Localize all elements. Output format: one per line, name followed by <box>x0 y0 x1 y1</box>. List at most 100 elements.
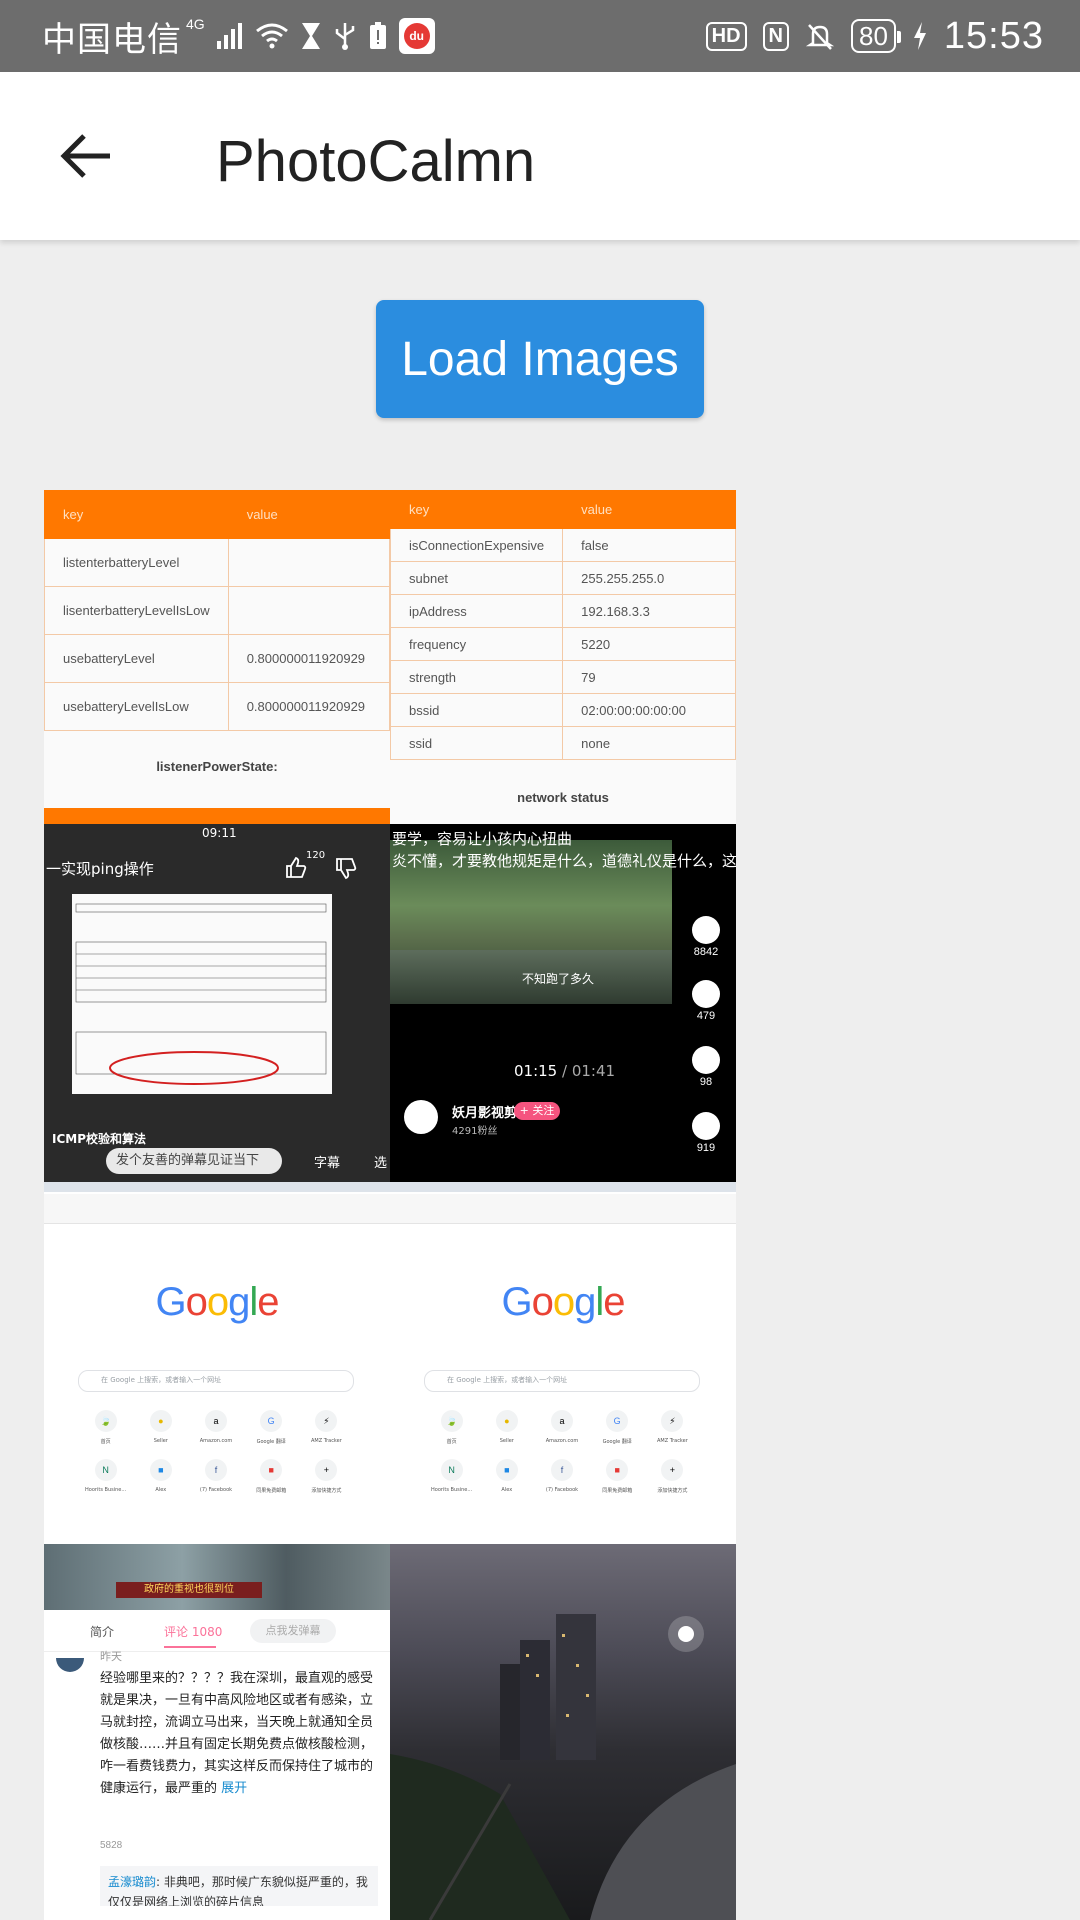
tab-intro[interactable]: 简介 <box>90 1623 114 1640</box>
clock: 15:53 <box>943 14 1044 57</box>
browser-tab-strip <box>390 1182 736 1192</box>
shortcut: ■ 同果免费邮箱 <box>590 1459 645 1494</box>
reply-author[interactable]: 孟濠璐韵 <box>108 1875 156 1889</box>
danmu-input[interactable]: 发个友善的弹幕见证当下 <box>106 1148 282 1174</box>
shortcut: G Google 翻译 <box>244 1410 299 1445</box>
table-row: bssid 02:00:00:00:00:00 <box>390 693 736 727</box>
back-button[interactable] <box>52 122 120 190</box>
table-row: isConnectionExpensive false <box>390 528 736 562</box>
google-search-input: 在 Google 上搜索，或者输入一个网址 <box>424 1370 700 1392</box>
status-bar: 中国电信 4G du HD N 80 15:53 <box>0 0 1080 72</box>
like-count: 120 <box>306 850 326 861</box>
shortcut: ■ 同果免费邮箱 <box>244 1459 299 1494</box>
subtitle-button[interactable]: 字幕 <box>314 1152 340 1171</box>
coin-button[interactable]: 98 <box>686 1046 726 1088</box>
comment-button[interactable]: 479 <box>686 980 726 1022</box>
thumbs-down-icon[interactable] <box>334 856 358 880</box>
thumbnail-network-status[interactable]: key value isConnectionExpensive false sub… <box>390 490 736 824</box>
shortcut: f (7) Facebook <box>188 1459 243 1494</box>
select-button[interactable]: 选 <box>374 1152 387 1171</box>
shortcut: ● Seller <box>133 1410 188 1445</box>
thumbs-up-icon <box>692 916 720 944</box>
shortcut: ● Seller <box>479 1410 534 1445</box>
shortcut: ⚡ AMZ Tracker <box>645 1410 700 1445</box>
status-left: 中国电信 4G du <box>42 14 435 60</box>
avatar[interactable] <box>56 1658 84 1672</box>
icmp-diagram-lines <box>75 903 327 1085</box>
page-title: PhotoCalmn <box>216 129 536 194</box>
channel-avatar[interactable] <box>404 1100 438 1134</box>
table-row: ssid none <box>390 726 736 760</box>
shortcut: N Hoorits Busine... <box>424 1459 479 1494</box>
video-title: 一实现ping操作 <box>46 860 154 878</box>
thumbnail-power-state[interactable]: key value listenterbatteryLevel lisenter… <box>44 490 390 808</box>
caption-line-1: 要学，容易让小孩内心扭曲 <box>392 830 573 848</box>
thumbnail-comment[interactable]: 政府的重视也很到位 简介 评论 1080 点我发弹幕 昨天 经验哪里来的？？？？… <box>44 1544 390 1920</box>
danmu-input[interactable]: 点我发弹幕 <box>250 1619 336 1643</box>
expand-link[interactable]: 展开 <box>221 1781 247 1796</box>
browser-tab-strip <box>44 1182 390 1192</box>
thumbs-up-icon[interactable] <box>284 856 308 880</box>
star-button[interactable]: 919 <box>686 1112 726 1154</box>
arrow-left-icon <box>60 134 110 178</box>
shortcut: ■ Alex <box>133 1459 188 1494</box>
shortcut: + 添加快捷方式 <box>645 1459 700 1494</box>
shortcut: N Hoorits Busine... <box>78 1459 133 1494</box>
tab-underline <box>164 1646 216 1648</box>
table-row: subnet 255.255.255.0 <box>390 561 736 595</box>
table-row: listenterbatteryLevel <box>44 538 390 587</box>
star-icon <box>692 1112 720 1140</box>
table-row: ipAddress 192.168.3.3 <box>390 594 736 628</box>
battery-alert-icon <box>369 22 386 49</box>
thumbnail-google-left[interactable]: Google 在 Google 上搜索，或者输入一个网址 🍃 首页 ● Seller… <box>44 1182 390 1544</box>
thumbnail-google-right[interactable]: Google 在 Google 上搜索，或者输入一个网址 🍃 首页 ● Seller… <box>390 1182 736 1544</box>
comment-icon <box>692 980 720 1008</box>
tab-comments[interactable]: 评论 1080 <box>164 1623 222 1640</box>
table-row: frequency 5220 <box>390 627 736 661</box>
comment-like-count[interactable]: 5828 <box>100 1840 122 1851</box>
table-header-row: key value <box>44 490 390 539</box>
battery-level: 80 <box>850 19 901 53</box>
comment-tabs: 简介 评论 1080 点我发弹幕 <box>44 1610 390 1652</box>
thumbnail-video-park[interactable]: 要学，容易让小孩内心扭曲 炎不懂，才要教他规矩是什么，道德礼仪是什么，这 不知跑… <box>390 824 736 1182</box>
follow-button[interactable]: + 关注 <box>514 1102 560 1120</box>
shortcut-grid: 🍃 首页 ● Seller a Amazon.com G Google 翻译 ⚡ AMZ … <box>78 1410 354 1494</box>
du-app-icon: du <box>398 18 435 54</box>
shortcut: a Amazon.com <box>188 1410 243 1445</box>
shortcut: 🍃 首页 <box>78 1410 133 1445</box>
shortcut: G Google 翻译 <box>590 1410 645 1445</box>
nfc-icon: N <box>762 21 789 51</box>
thumbnail-night-street[interactable] <box>390 1544 736 1920</box>
channel-fans: 4291粉丝 <box>452 1126 498 1137</box>
table-caption: network status <box>517 790 609 805</box>
icmp-diagram-image <box>72 894 332 1094</box>
load-images-button[interactable]: Load Images <box>376 300 704 418</box>
like-button[interactable]: 8842 <box>686 916 726 958</box>
hourglass-icon <box>301 23 320 49</box>
comment-time: 昨天 <box>100 1650 122 1663</box>
status-right: HD N 80 15:53 <box>705 14 1044 58</box>
google-logo: Google <box>501 1280 625 1324</box>
shortcut-grid: 🍃 首页 ● Seller a Amazon.com G Google 翻译 ⚡ AMZ … <box>424 1410 700 1494</box>
video-subtitle: 不知跑了多久 <box>522 972 595 986</box>
wifi-icon <box>255 23 288 49</box>
google-search-input: 在 Google 上搜索，或者输入一个网址 <box>78 1370 354 1392</box>
table-row: lisenterbatteryLevelIsLow <box>44 586 390 635</box>
app-bar: PhotoCalmn <box>0 72 1080 240</box>
shortcut: + 添加快捷方式 <box>299 1459 354 1494</box>
power-state-table: key value listenterbatteryLevel lisenter… <box>44 490 390 731</box>
shortcut: f (7) Facebook <box>534 1459 589 1494</box>
comment-body: 经验哪里来的？？？？我在深圳，最直观的感受就是果决，一旦有中高风险地区或者有感染… <box>100 1671 374 1796</box>
carrier-name: 中国电信 <box>42 19 182 60</box>
coin-icon <box>692 1046 720 1074</box>
signal-icon <box>216 23 242 49</box>
aerial-photo <box>44 1544 390 1610</box>
comment-actions: 5828 <box>100 1840 122 1851</box>
charging-icon <box>913 22 926 50</box>
table-row: usebatteryLevelIsLow 0.800000011920929 <box>44 682 390 731</box>
table-row: usebatteryLevel 0.800000011920929 <box>44 634 390 683</box>
table-header-row: key value <box>390 490 736 529</box>
bookmark-bar <box>44 1194 390 1224</box>
shortcut: ■ Alex <box>479 1459 534 1494</box>
thumbnail-video-ping[interactable]: 09:11 一实现ping操作 120 ICMP校验和算法 发个友善的弹幕见证当… <box>44 808 390 1182</box>
